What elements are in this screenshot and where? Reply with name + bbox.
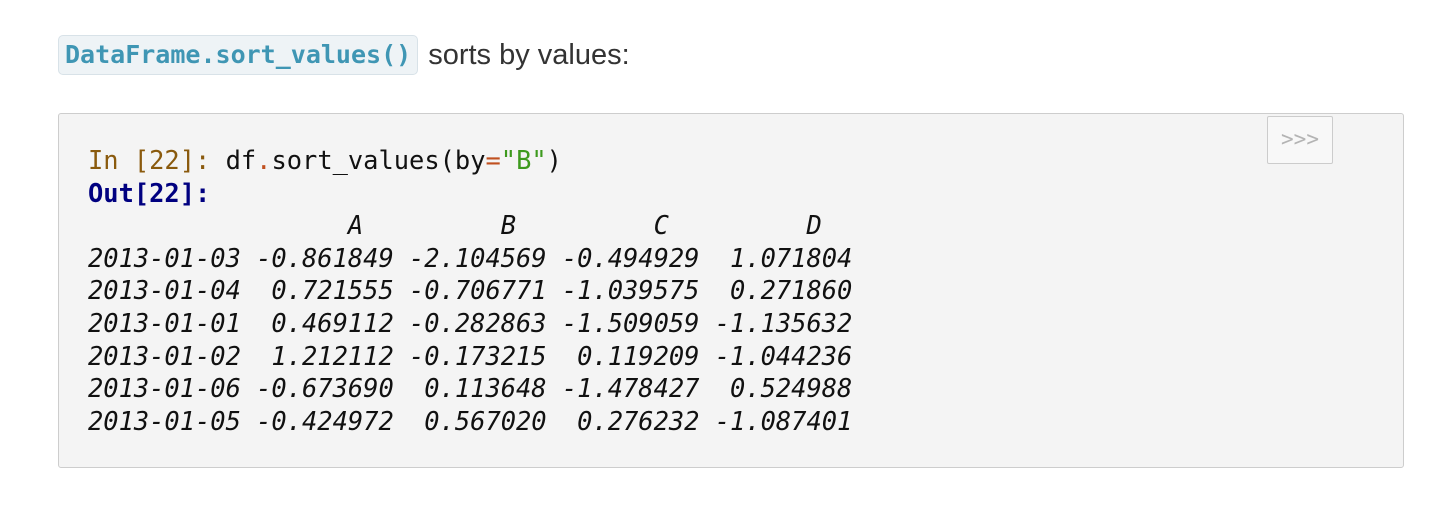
- input-prompt: In [22]:: [88, 145, 211, 175]
- code-close-paren: ): [546, 145, 562, 175]
- code-block: >>> In [22]: df.sort_values(by="B") Out[…: [58, 113, 1404, 468]
- output-row: 2013-01-06 -0.673690 0.113648 -1.478427 …: [88, 373, 853, 404]
- code-content: In [22]: df.sort_values(by="B") Out[22]:…: [88, 144, 852, 437]
- code-method: sort_values(by: [271, 145, 486, 175]
- output-prompt: Out[22]:: [88, 177, 211, 208]
- output-row: 2013-01-01 0.469112 -0.282863 -1.509059 …: [88, 307, 853, 338]
- intro-text: sorts by values:: [428, 38, 630, 71]
- inline-code-sort-values: DataFrame.sort_values(): [58, 35, 419, 75]
- output-row: 2013-01-05 -0.424972 0.567020 0.276232 -…: [88, 405, 853, 436]
- code-object: df: [225, 145, 257, 175]
- code-equals: =: [485, 145, 501, 175]
- output-header-row: A B C D: [88, 210, 822, 241]
- copy-prompt-button[interactable]: >>>: [1267, 116, 1333, 164]
- code-string-arg: "B": [500, 145, 547, 175]
- code-dot: .: [256, 145, 272, 175]
- intro-paragraph: DataFrame.sort_values() sorts by values:: [58, 35, 630, 75]
- output-row: 2013-01-03 -0.861849 -2.104569 -0.494929…: [88, 242, 853, 273]
- output-row: 2013-01-04 0.721555 -0.706771 -1.039575 …: [88, 275, 853, 306]
- output-row: 2013-01-02 1.212112 -0.173215 0.119209 -…: [88, 340, 853, 371]
